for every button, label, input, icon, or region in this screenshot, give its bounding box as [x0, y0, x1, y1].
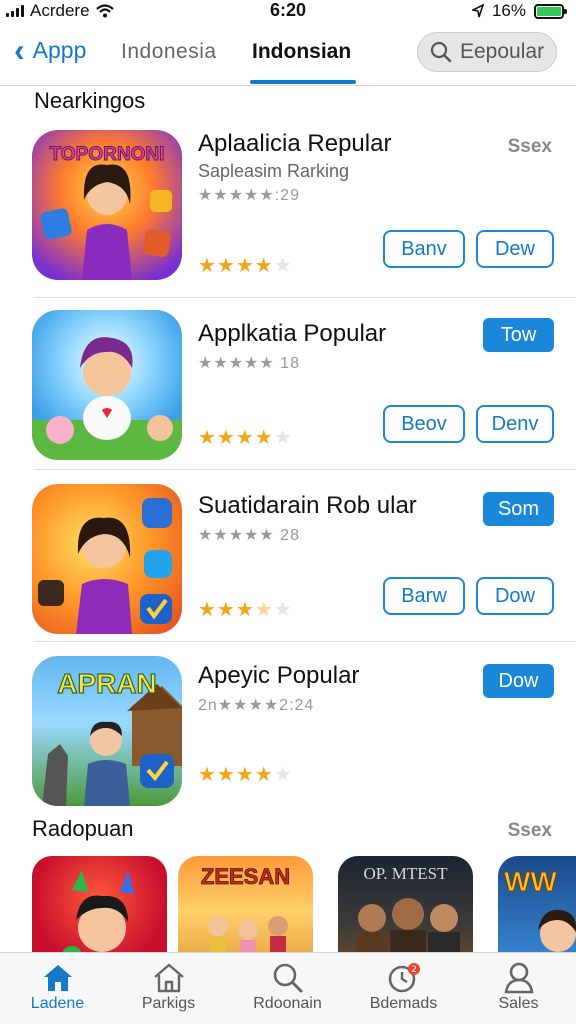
dew-button[interactable]: Dew — [476, 230, 554, 268]
svg-text:2: 2 — [411, 965, 417, 975]
star-rating: ★★★★★ — [198, 255, 293, 277]
search-placeholder: Eepoular — [460, 40, 545, 63]
app-icon[interactable]: APRAN — [32, 656, 182, 806]
rating-row: ★★★★★:29 — [198, 187, 300, 204]
rating-row: ★★★★★ 28 — [198, 527, 300, 544]
rating-count: :29 — [274, 187, 300, 204]
location-icon — [471, 4, 484, 18]
rating-row: 2n★★★★2:24 — [198, 697, 315, 714]
app-icon[interactable] — [32, 310, 182, 460]
denv-button[interactable]: Denv — [476, 405, 554, 443]
tab-sales[interactable]: Sales — [461, 961, 576, 1013]
tab-label: Rdoonain — [253, 995, 322, 1012]
app-name[interactable]: Aplaalicia Repular — [198, 130, 391, 158]
tab-indonesia[interactable]: Indonesia — [121, 40, 217, 64]
app-row[interactable]: Suatidarain Rob ular ★★★★★ 28 Som Barw D… — [0, 470, 576, 642]
app-row[interactable]: APRAN Apeyic Popular 2n★★★★2:24 Dow ★★★★… — [0, 642, 576, 810]
app-name[interactable]: Applkatia Popular — [198, 320, 386, 348]
back-label: Appp — [32, 36, 87, 63]
search-icon — [230, 961, 345, 995]
rating-prefix: 2n — [198, 697, 218, 714]
dow-button[interactable]: Dow — [476, 577, 554, 615]
tab-label: Bdemads — [369, 995, 438, 1012]
search-input[interactable]: Eepoular — [417, 32, 557, 72]
barw-button[interactable]: Barw — [383, 577, 465, 615]
dow-button[interactable]: Dow — [483, 664, 554, 698]
tab-ladene[interactable]: Ladene — [0, 961, 115, 1013]
section-title-bottom: Radopuan — [32, 816, 134, 841]
shelf-app-icon[interactable]: WW — [498, 856, 576, 966]
app-name[interactable]: Apeyic Popular — [198, 662, 359, 690]
app-row[interactable]: Applkatia Popular ★★★★★ 18 Tow Beov Denv… — [0, 298, 576, 470]
beov-button[interactable]: Beov — [383, 405, 465, 443]
star-rating: ★★★★★ — [198, 599, 293, 621]
app-row[interactable]: TOPORNONI Aplaalicia Repular Sapleasim R… — [0, 120, 576, 298]
battery-icon — [534, 3, 567, 19]
person-icon — [461, 961, 576, 995]
search-icon — [430, 41, 452, 63]
app-artwork — [38, 498, 172, 634]
banv-button[interactable]: Banv — [383, 230, 465, 268]
see-link[interactable]: Ssex — [508, 136, 552, 158]
icon-title: TOPORNONI — [49, 144, 165, 166]
tab-indonsian[interactable]: Indonsian — [252, 40, 351, 64]
rating-count: 18 — [280, 355, 300, 372]
icon-title: OP. MTEST — [363, 864, 448, 883]
app-subtitle: Sapleasim Rarking — [198, 161, 350, 181]
updates-icon: 2 — [346, 961, 461, 995]
status-bar: Acrdere 6:20 16% — [0, 0, 576, 24]
tab-label: Ladene — [30, 995, 85, 1012]
icon-title: WW — [504, 866, 558, 898]
app-icon[interactable] — [32, 484, 182, 634]
battery-percent: 16% — [491, 1, 526, 20]
home-icon — [0, 961, 115, 995]
star-rating: ★★★★★ — [198, 764, 293, 786]
section-title-top: Nearkingos — [34, 88, 146, 113]
star-rating: ★★★★★ — [198, 427, 293, 449]
nav-header: ‹ Appp Indonesia Indonsian Eepoular — [0, 24, 576, 86]
som-button[interactable]: Som — [483, 492, 554, 526]
see-link[interactable]: Ssex — [508, 820, 552, 842]
rating-count: 2:24 — [279, 697, 315, 714]
tab-label: Sales — [498, 995, 539, 1012]
tow-button[interactable]: Tow — [483, 318, 554, 352]
shelf-app-icon[interactable] — [32, 856, 167, 966]
active-tab-indicator — [250, 80, 356, 84]
app-artwork — [32, 337, 182, 460]
app-name[interactable]: Suatidarain Rob ular — [198, 492, 417, 520]
icon-title: ZEESAN — [200, 864, 291, 890]
tab-bar: Ladene Parkigs Rdoonain 2 Bdemads Sales — [0, 952, 576, 1024]
tab-label: Parkigs — [141, 995, 196, 1012]
shelf-app-icon[interactable]: ZEESAN — [178, 856, 313, 966]
shelf-artwork — [62, 870, 134, 966]
shelf-app-icon[interactable]: OP. MTEST — [338, 856, 473, 966]
rating-count: 28 — [280, 527, 300, 544]
chevron-left-icon: ‹ — [14, 32, 25, 68]
tab-parkigs[interactable]: Parkigs — [111, 961, 226, 1013]
icon-title: APRAN — [57, 667, 158, 699]
app-icon[interactable]: TOPORNONI — [32, 130, 182, 280]
tab-bdemads[interactable]: 2 Bdemads — [346, 961, 461, 1013]
tab-rdoonain[interactable]: Rdoonain — [230, 961, 345, 1013]
back-button[interactable]: ‹ Appp — [14, 34, 86, 66]
store-icon — [111, 961, 226, 995]
rating-row: ★★★★★ 18 — [198, 355, 300, 372]
